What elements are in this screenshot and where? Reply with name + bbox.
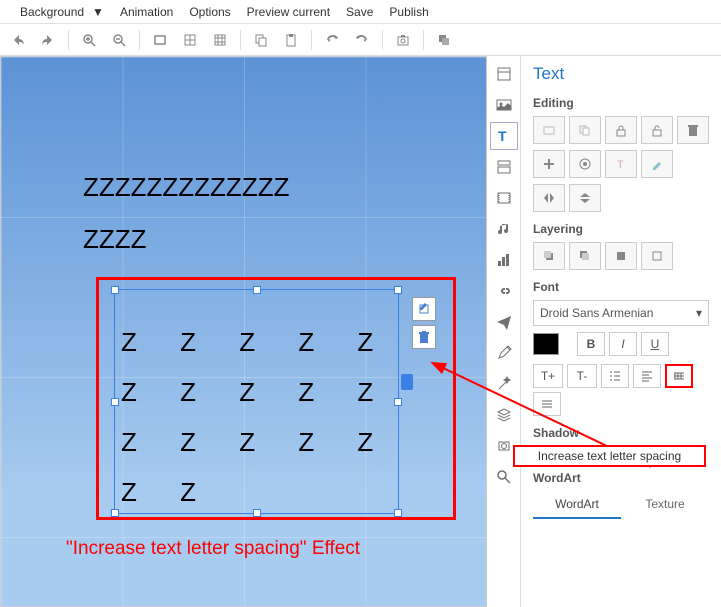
forward-button[interactable]	[605, 242, 637, 270]
handle-top-right[interactable]	[394, 286, 402, 294]
italic-button[interactable]: I	[609, 332, 637, 356]
edit-copy-button[interactable]	[569, 116, 601, 144]
search-tab-icon[interactable]	[490, 463, 518, 491]
svg-text:T: T	[498, 128, 507, 144]
send-back-button[interactable]	[569, 242, 601, 270]
target-button[interactable]	[569, 150, 601, 178]
menu-animation[interactable]: Animation	[112, 5, 181, 19]
handle-top-mid[interactable]	[253, 286, 261, 294]
menu-options[interactable]: Options	[181, 5, 238, 19]
rect-button[interactable]	[146, 28, 174, 52]
main-toolbar	[0, 24, 721, 56]
edit-cut-button[interactable]	[533, 116, 565, 144]
grid-toggle-button[interactable]	[176, 28, 204, 52]
rotate-handle[interactable]	[401, 374, 413, 390]
camera-button[interactable]	[389, 28, 417, 52]
selection-actions	[412, 297, 436, 353]
canvas[interactable]: ZZZZZZZZZZZZZ ZZZZ Z Z Z Z Z Z Z Z Z Z Z…	[0, 56, 487, 607]
handle-bottom-left[interactable]	[111, 509, 119, 517]
underline-button[interactable]: U	[641, 332, 669, 356]
layers-button[interactable]	[430, 28, 458, 52]
font-select[interactable]: Droid Sans Armenian ▾	[533, 300, 709, 326]
text-size-up-button[interactable]: T+	[533, 364, 563, 388]
color-swatch[interactable]	[533, 333, 559, 355]
wordart-tab[interactable]: WordArt	[533, 491, 621, 519]
canvas-text-1[interactable]: ZZZZZZZZZZZZZ	[83, 172, 289, 203]
text-tab-icon[interactable]: T	[490, 122, 518, 150]
properties-panel: Text Editing T Layering	[521, 56, 721, 607]
undo2-button[interactable]	[318, 28, 346, 52]
unlock-button[interactable]	[641, 116, 673, 144]
plane-tab-icon[interactable]	[490, 308, 518, 336]
tooltip: Increase text letter spacing	[513, 445, 706, 467]
handle-top-left[interactable]	[111, 286, 119, 294]
paste-button[interactable]	[277, 28, 305, 52]
canvas-text-selected[interactable]: Z Z Z Z Z Z Z Z Z Z Z Z Z Z Z Z Z	[121, 317, 411, 517]
layer-tab-icon[interactable]	[490, 401, 518, 429]
fliph-button[interactable]	[533, 184, 565, 212]
menu-save[interactable]: Save	[338, 5, 381, 19]
bold-button[interactable]: B	[577, 332, 605, 356]
font-label: Font	[533, 280, 709, 294]
properties-tab-icon[interactable]	[490, 60, 518, 88]
brush-button[interactable]	[641, 150, 673, 178]
delete-button[interactable]	[677, 116, 709, 144]
menu-background[interactable]: Background▼	[4, 5, 112, 19]
bring-front-button[interactable]	[533, 242, 565, 270]
table-button[interactable]	[206, 28, 234, 52]
texture-tab[interactable]: Texture	[621, 491, 709, 519]
delete-icon-button[interactable]	[412, 325, 436, 349]
undo-button[interactable]	[4, 28, 32, 52]
menu-publish[interactable]: Publish	[381, 5, 436, 19]
edit-icon-button[interactable]	[412, 297, 436, 321]
layout-tab-icon[interactable]	[490, 153, 518, 181]
chart-tab-icon[interactable]	[490, 246, 518, 274]
layering-label: Layering	[533, 222, 709, 236]
music-tab-icon[interactable]	[490, 215, 518, 243]
image-tab-icon[interactable]	[490, 91, 518, 119]
link-tab-icon[interactable]	[490, 277, 518, 305]
zoom-out-button[interactable]	[105, 28, 133, 52]
canvas-text-2[interactable]: ZZZZ	[83, 224, 147, 255]
shadow-label: Shadow	[533, 426, 709, 440]
font-select-value: Droid Sans Armenian	[540, 306, 653, 320]
text-size-down-button[interactable]: T-	[567, 364, 597, 388]
pencil-tab-icon[interactable]	[490, 339, 518, 367]
flipv-button[interactable]	[569, 184, 601, 212]
copy-button[interactable]	[247, 28, 275, 52]
video-tab-icon[interactable]	[490, 184, 518, 212]
wordart-label: WordArt	[533, 471, 709, 485]
redo-button[interactable]	[34, 28, 62, 52]
lock-button[interactable]	[605, 116, 637, 144]
editing-label: Editing	[533, 96, 709, 110]
align-button[interactable]	[633, 364, 661, 388]
svg-text:T: T	[617, 159, 624, 171]
text-type-button[interactable]: T	[605, 150, 637, 178]
panel-title: Text	[533, 64, 709, 84]
redo2-button[interactable]	[348, 28, 376, 52]
zoom-in-button[interactable]	[75, 28, 103, 52]
top-menu: Background▼ Animation Options Preview cu…	[0, 0, 721, 24]
add-button[interactable]	[533, 150, 565, 178]
list-button[interactable]	[601, 364, 629, 388]
menu-preview[interactable]: Preview current	[239, 5, 338, 19]
increase-letter-spacing-button[interactable]	[665, 364, 693, 388]
chevron-down-icon: ▾	[696, 306, 702, 320]
magic-tab-icon[interactable]	[490, 370, 518, 398]
annotation-caption: "Increase text letter spacing" Effect	[66, 538, 360, 560]
handle-mid-left[interactable]	[111, 398, 119, 406]
backward-button[interactable]	[641, 242, 673, 270]
side-toolbar: T	[487, 56, 521, 607]
decrease-letter-spacing-button[interactable]	[533, 392, 561, 416]
